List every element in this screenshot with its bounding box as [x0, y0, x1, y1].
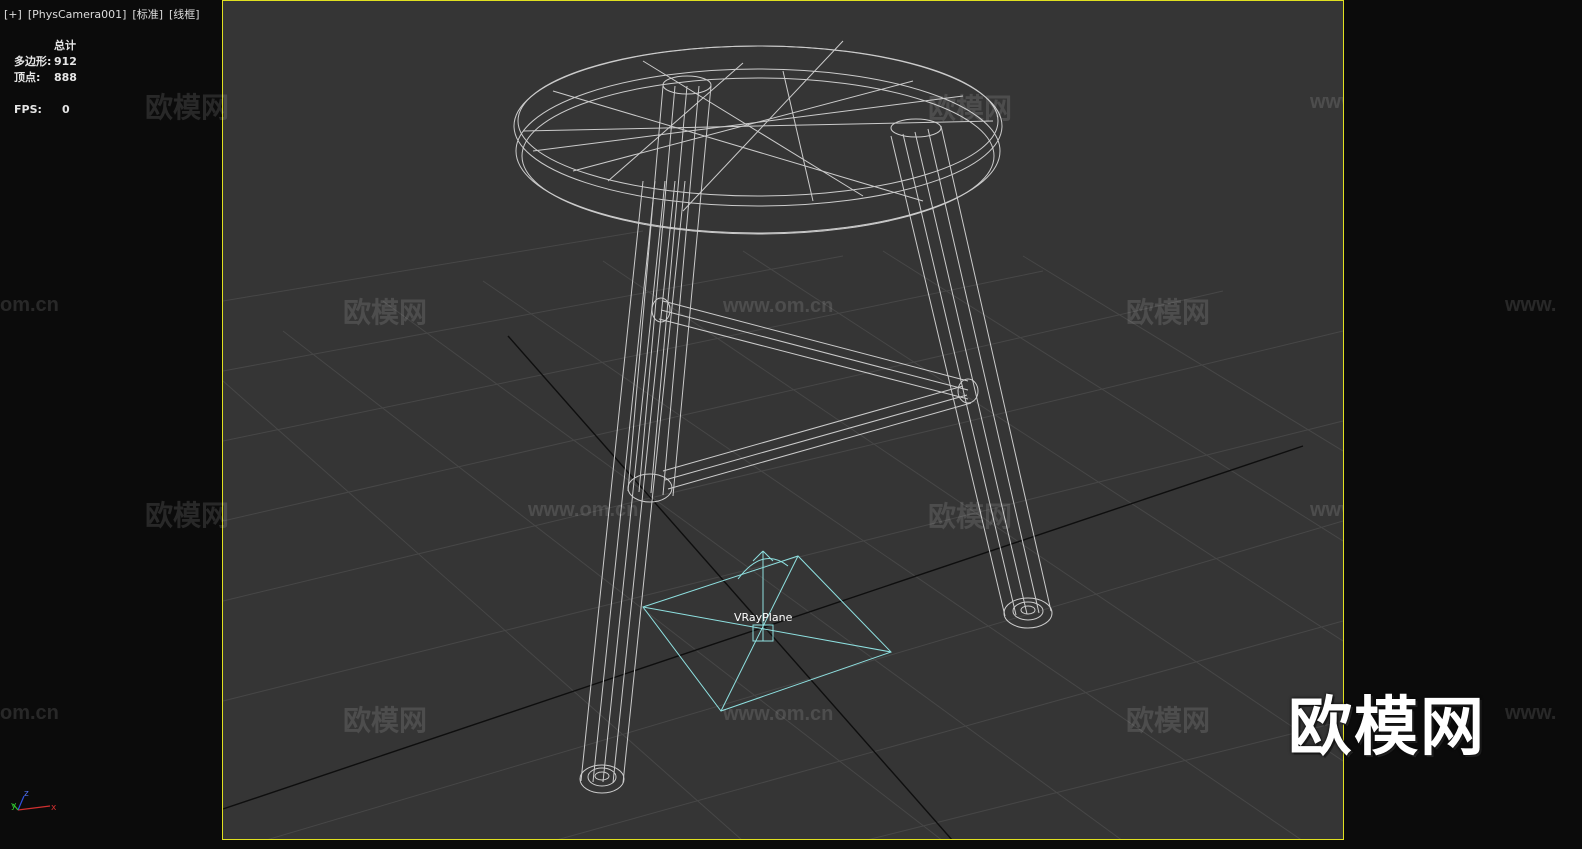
scene-statistics: 总计 多边形: 912 顶点: 888 FPS: 0 — [14, 38, 77, 118]
watermark-cn: 欧模网 — [343, 296, 428, 329]
vertices-label: 顶点: — [14, 71, 41, 84]
watermark-url-partial: www. — [1505, 702, 1557, 724]
watermark-cn: 欧模网 — [145, 91, 230, 124]
polygons-value: 912 — [54, 55, 77, 68]
watermark-url-partial: om.cn — [0, 294, 59, 316]
watermark-url: www.om.cn — [723, 703, 834, 725]
watermark-cn: 欧模网 — [145, 499, 230, 532]
stats-fps-row: FPS: 0 — [14, 102, 77, 118]
watermark-cn: 欧模网 — [928, 500, 1013, 533]
axis-y-label: y — [11, 801, 17, 811]
vertices-value: 888 — [54, 71, 77, 84]
axis-x-label: x — [51, 803, 57, 813]
camera-viewport[interactable]: www.om.cn www.om.cn www.om.cn www.om.cn … — [222, 0, 1344, 840]
vray-plane-label[interactable]: VRayPlane — [734, 611, 792, 624]
stool-wireframe — [513, 40, 1053, 794]
stats-header: 总计 — [54, 39, 76, 52]
site-logo: 欧模网 — [1288, 691, 1486, 765]
viewport-display-mode-menu[interactable]: [线框] — [169, 8, 200, 21]
viewport-menu-plus[interactable]: [+] — [4, 8, 22, 21]
axis-z-label: z — [24, 789, 29, 799]
watermark-url: www.om.cn — [1310, 499, 1343, 521]
stats-polygons-row: 多边形: 912 — [14, 54, 77, 70]
watermark-cn: 欧模网 — [1126, 704, 1211, 737]
polygons-label: 多边形: — [14, 55, 52, 68]
fps-value: 0 — [62, 103, 70, 116]
watermark-url-partial: www. — [1505, 294, 1557, 316]
watermark-url-partial: om.cn — [0, 702, 59, 724]
watermark-url: www.om.cn — [528, 499, 639, 521]
viewport-label: [+] [PhysCamera001] [标准] [线框] — [4, 6, 206, 22]
watermark-cn: 欧模网 — [343, 704, 428, 737]
stats-vertices-row: 顶点: 888 — [14, 70, 77, 86]
watermark-url: www.om.cn — [723, 295, 834, 317]
watermark-cn: 欧模网 — [1126, 296, 1211, 329]
vray-plane-helper — [642, 550, 892, 712]
fps-label: FPS: — [14, 103, 42, 116]
axis-tripod-icon: x z y — [11, 789, 57, 813]
watermark-cn: 欧模网 — [928, 92, 1013, 125]
watermark-url: www.om.cn — [1310, 91, 1343, 113]
viewport-shading-menu[interactable]: [标准] — [132, 8, 163, 21]
viewport-camera-menu[interactable]: [PhysCamera001] — [28, 8, 127, 21]
